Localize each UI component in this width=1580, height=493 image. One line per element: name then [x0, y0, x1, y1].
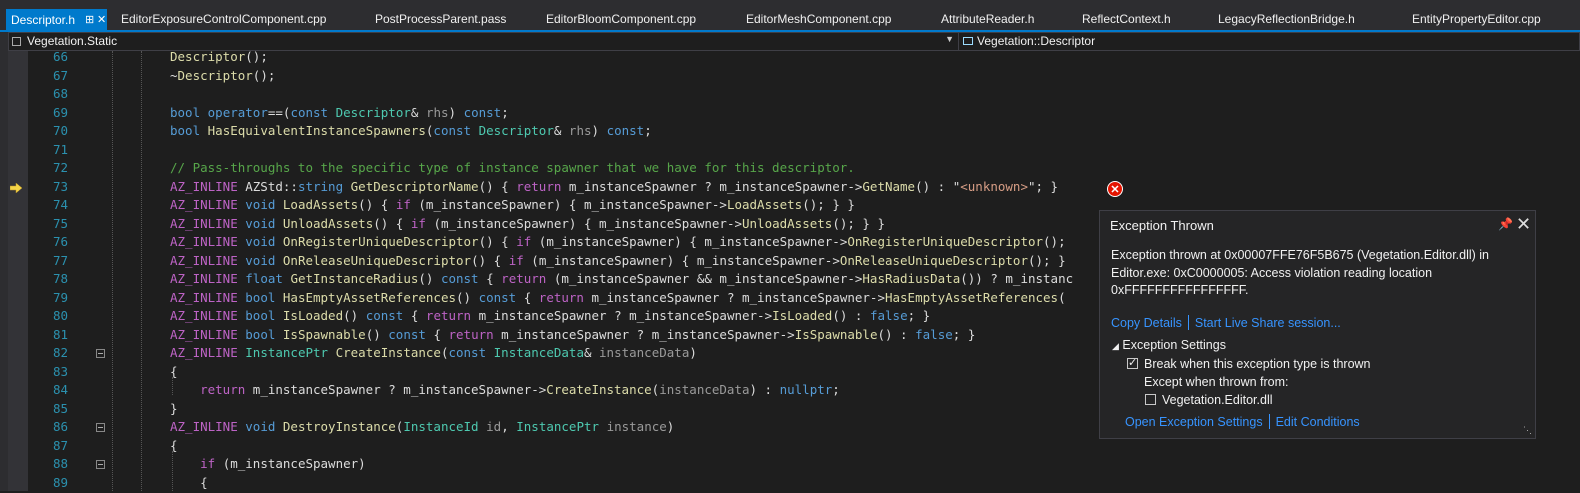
code-text: {: [170, 438, 178, 453]
code-text: AZ_INLINE bool HasEmptyAssetReferences()…: [170, 290, 1066, 305]
code-text: if (m_instanceSpawner): [170, 456, 366, 471]
exception-settings-toggle[interactable]: ◢ Exception Settings: [1112, 338, 1226, 352]
code-line[interactable]: {: [0, 475, 1580, 493]
chevron-down-icon: ▼: [945, 34, 954, 44]
code-text: AZ_INLINE bool IsLoaded() const { return…: [170, 308, 930, 323]
break-on-exception-checkbox[interactable]: Break when this exception type is thrown: [1127, 357, 1371, 371]
code-line[interactable]: [0, 86, 1580, 105]
tab-editor-bloom[interactable]: EditorBloomComponent.cpp: [546, 8, 696, 30]
exception-error-icon[interactable]: ✕: [1107, 181, 1123, 197]
close-icon[interactable]: ✕: [97, 9, 106, 31]
tab-label: Descriptor.h: [11, 13, 75, 27]
code-text: {: [170, 475, 208, 490]
popup-actions: Copy Details Start Live Share session...: [1111, 315, 1341, 330]
checkbox-checked-icon[interactable]: [1127, 358, 1138, 369]
code-line[interactable]: AZ_INLINE AZStd::string GetDescriptorNam…: [0, 179, 1580, 198]
code-text: return m_instanceSpawner ? m_instanceSpa…: [170, 382, 840, 397]
settings-header-label: Exception Settings: [1122, 338, 1226, 352]
live-share-link[interactable]: Start Live Share session...: [1195, 316, 1341, 330]
code-line[interactable]: Descriptor();: [0, 49, 1580, 68]
code-line[interactable]: bool operator==(const Descriptor& rhs) c…: [0, 105, 1580, 124]
pin-icon[interactable]: 📌: [1498, 217, 1513, 231]
tab-editor-mesh[interactable]: EditorMeshComponent.cpp: [746, 8, 891, 30]
project-icon: [12, 37, 21, 46]
tab-editor-exposure[interactable]: EditorExposureControlComponent.cpp: [121, 8, 326, 30]
exception-message: Exception thrown at 0x00007FFE76F5B675 (…: [1111, 247, 1526, 300]
code-line[interactable]: // Pass-throughs to the specific type of…: [0, 160, 1580, 179]
code-text: bool operator==(const Descriptor& rhs) c…: [170, 105, 509, 120]
collapse-triangle-icon: ◢: [1112, 341, 1119, 351]
tab-attribute-reader[interactable]: AttributeReader.h: [941, 8, 1034, 30]
open-exception-settings-link[interactable]: Open Exception Settings: [1125, 415, 1263, 429]
code-text: AZ_INLINE void DestroyInstance(InstanceI…: [170, 419, 674, 434]
copy-details-link[interactable]: Copy Details: [1111, 316, 1182, 330]
pin-icon[interactable]: ⊞: [85, 9, 94, 31]
resize-grip-icon[interactable]: ⋱: [1523, 425, 1532, 436]
code-text: bool HasEquivalentInstanceSpawners(const…: [170, 123, 652, 138]
code-text: AZ_INLINE AZStd::string GetDescriptorNam…: [170, 179, 1058, 194]
code-text: {: [170, 364, 178, 379]
exception-helper-popup: Exception Thrown 📌 ✕ Exception thrown at…: [1099, 210, 1536, 439]
close-icon[interactable]: ✕: [1516, 214, 1531, 235]
scope-label: Vegetation.Static: [27, 34, 117, 48]
tab-postprocess-parent[interactable]: PostProcessParent.pass: [375, 8, 506, 30]
document-tab-bar: Descriptor.h ⊞ ✕ EditorExposureControlCo…: [0, 0, 1580, 30]
code-line[interactable]: {: [0, 438, 1580, 457]
class-icon: [963, 37, 973, 45]
code-text: AZ_INLINE void UnloadAssets() { if (m_in…: [170, 216, 885, 231]
module-exception-checkbox[interactable]: Vegetation.Editor.dll: [1145, 393, 1273, 407]
code-text: Descriptor();: [170, 49, 268, 64]
edit-conditions-link[interactable]: Edit Conditions: [1276, 415, 1360, 429]
tab-legacy-reflection[interactable]: LegacyReflectionBridge.h: [1218, 8, 1355, 30]
break-label: Break when this exception type is thrown: [1144, 357, 1371, 371]
tab-entity-property-editor[interactable]: EntityPropertyEditor.cpp: [1412, 8, 1541, 30]
code-text: // Pass-throughs to the specific type of…: [170, 160, 855, 175]
link-divider: [1269, 414, 1270, 429]
code-text: AZ_INLINE void OnRegisterUniqueDescripto…: [170, 234, 1066, 249]
tab-reflect-context[interactable]: ReflectContext.h: [1082, 8, 1171, 30]
code-line[interactable]: if (m_instanceSpawner): [0, 456, 1580, 475]
checkbox-unchecked-icon[interactable]: [1145, 394, 1156, 405]
link-divider: [1188, 315, 1189, 330]
code-line[interactable]: [0, 142, 1580, 161]
code-text: AZ_INLINE bool IsSpawnable() const { ret…: [170, 327, 975, 342]
code-line[interactable]: ~Descriptor();: [0, 68, 1580, 87]
code-line[interactable]: bool HasEquivalentInstanceSpawners(const…: [0, 123, 1580, 142]
module-label: Vegetation.Editor.dll: [1162, 393, 1273, 407]
code-text: }: [170, 401, 178, 416]
popup-footer-actions: Open Exception Settings Edit Conditions: [1125, 414, 1360, 429]
member-label: Vegetation::Descriptor: [977, 34, 1095, 48]
code-text: AZ_INLINE InstancePtr CreateInstance(con…: [170, 345, 697, 360]
code-text: AZ_INLINE float GetInstanceRadius() cons…: [170, 271, 1073, 286]
code-text: AZ_INLINE void LoadAssets() { if (m_inst…: [170, 197, 855, 212]
except-when-label: Except when thrown from:: [1144, 375, 1289, 389]
popup-title: Exception Thrown: [1110, 218, 1214, 233]
code-text: ~Descriptor();: [170, 68, 275, 83]
tab-descriptor-h[interactable]: Descriptor.h ⊞ ✕: [6, 9, 107, 31]
code-text: AZ_INLINE void OnReleaseUniqueDescriptor…: [170, 253, 1066, 268]
